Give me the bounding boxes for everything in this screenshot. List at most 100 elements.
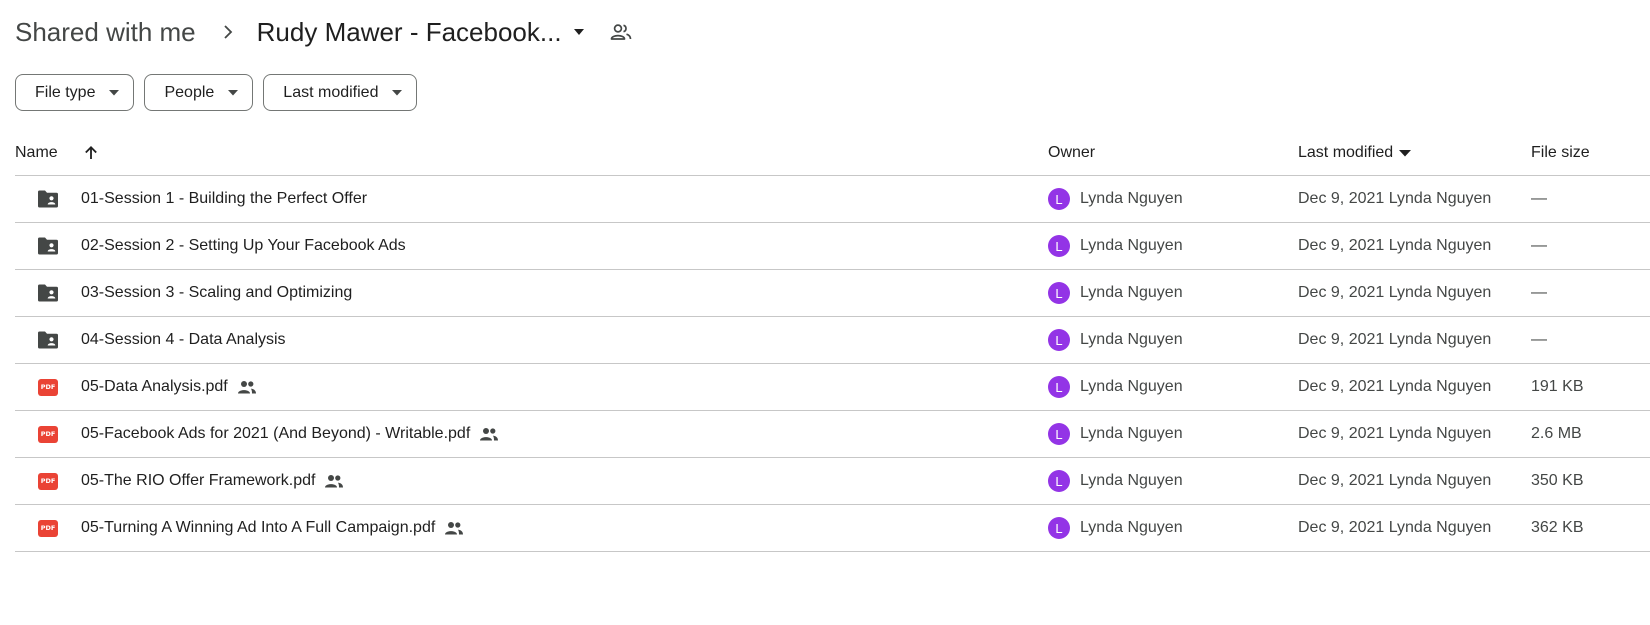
owner-cell: L Lynda Nguyen xyxy=(1048,411,1183,457)
current-folder-title: Rudy Mawer - Facebook... xyxy=(256,16,562,47)
file-size-cell: — xyxy=(1531,190,1547,207)
table-row[interactable]: PDF 05-Data Analysis.pdf L Lynda Nguyen Dec … xyxy=(15,364,1650,411)
file-name: 01-Session 1 - Building the Perfect Offe… xyxy=(81,190,368,207)
file-name-cell: 03-Session 3 - Scaling and Optimizing xyxy=(81,270,352,316)
shared-folder-icon xyxy=(36,270,60,316)
breadcrumb-current-folder[interactable]: Rudy Mawer - Facebook... xyxy=(257,17,586,48)
owner-cell: L Lynda Nguyen xyxy=(1048,270,1183,316)
last-modified-cell: Dec 9, 2021 Lynda Nguyen xyxy=(1298,331,1492,348)
avatar: L xyxy=(1048,423,1070,445)
owner-name: Lynda Nguyen xyxy=(1080,378,1183,395)
file-size-cell: 362 KB xyxy=(1531,519,1584,536)
avatar: L xyxy=(1048,235,1070,257)
owner-name: Lynda Nguyen xyxy=(1080,472,1183,489)
pdf-badge: PDF xyxy=(38,425,58,443)
pdf-badge: PDF xyxy=(38,519,58,537)
table-header: Name Owner Last modified File size xyxy=(15,131,1650,176)
avatar: L xyxy=(1048,376,1070,398)
people-filter[interactable]: People xyxy=(144,74,254,111)
shared-people-icon[interactable] xyxy=(610,23,632,41)
last-modified-cell: Dec 9, 2021 Lynda Nguyen xyxy=(1298,237,1492,254)
owner-name: Lynda Nguyen xyxy=(1080,519,1183,536)
table-row[interactable]: 04-Session 4 - Data Analysis L Lynda Nguye… xyxy=(15,317,1650,364)
file-name-cell: 05-Data Analysis.pdf xyxy=(81,364,257,410)
owner-name: Lynda Nguyen xyxy=(1080,284,1183,301)
owner-cell: L Lynda Nguyen xyxy=(1048,317,1183,363)
column-header-last-modified[interactable]: Last modified xyxy=(1298,131,1412,175)
owner-name: Lynda Nguyen xyxy=(1080,425,1183,442)
file-name: 05-Turning A Winning Ad Into A Full Camp… xyxy=(81,519,436,536)
chevron-right-icon xyxy=(223,24,233,40)
file-name-cell: 04-Session 4 - Data Analysis xyxy=(81,317,286,363)
owner-name: Lynda Nguyen xyxy=(1080,237,1183,254)
last-modified-cell: Dec 9, 2021 Lynda Nguyen xyxy=(1298,425,1492,442)
file-size-cell: 191 KB xyxy=(1531,378,1584,395)
file-size-cell: — xyxy=(1531,284,1547,301)
caret-down-icon xyxy=(392,89,403,96)
shared-people-icon xyxy=(324,474,344,488)
last-modified-filter-label: Last modified xyxy=(283,83,379,101)
column-header-name[interactable]: Name xyxy=(15,131,58,175)
table-row[interactable]: 03-Session 3 - Scaling and Optimizing L Ly… xyxy=(15,270,1650,317)
shared-people-icon xyxy=(237,380,257,394)
file-name-cell: 05-The RIO Offer Framework.pdf xyxy=(81,458,344,504)
file-name: 04-Session 4 - Data Analysis xyxy=(81,331,286,348)
file-list: Name Owner Last modified File size 01-Se… xyxy=(15,131,1650,552)
file-name-cell: 05-Turning A Winning Ad Into A Full Camp… xyxy=(81,505,464,551)
file-name: 05-The RIO Offer Framework.pdf xyxy=(81,472,316,489)
shared-people-icon xyxy=(479,427,499,441)
file-name: 05-Data Analysis.pdf xyxy=(81,378,228,395)
owner-cell: L Lynda Nguyen xyxy=(1048,364,1183,410)
last-modified-cell: Dec 9, 2021 Lynda Nguyen xyxy=(1298,472,1492,489)
owner-cell: L Lynda Nguyen xyxy=(1048,505,1183,551)
sort-arrow-up-icon[interactable] xyxy=(83,131,99,175)
last-modified-cell: Dec 9, 2021 Lynda Nguyen xyxy=(1298,378,1492,395)
filter-bar: File type People Last modified xyxy=(15,74,418,111)
table-row[interactable]: PDF 05-The RIO Offer Framework.pdf L Lynda … xyxy=(15,458,1650,505)
last-modified-cell: Dec 9, 2021 Lynda Nguyen xyxy=(1298,284,1492,301)
pdf-icon: PDF xyxy=(36,458,60,504)
file-type-filter-label: File type xyxy=(35,83,96,101)
owner-cell: L Lynda Nguyen xyxy=(1048,176,1183,222)
owner-cell: L Lynda Nguyen xyxy=(1048,458,1183,504)
caret-down-icon xyxy=(1399,149,1412,157)
file-name: 02-Session 2 - Setting Up Your Facebook … xyxy=(81,237,406,254)
table-row[interactable]: PDF 05-Facebook Ads for 2021 (And Beyond)… xyxy=(15,411,1650,458)
avatar: L xyxy=(1048,188,1070,210)
breadcrumb-shared-with-me[interactable]: Shared with me xyxy=(15,17,196,48)
caret-down-icon[interactable] xyxy=(572,25,586,39)
pdf-badge: PDF xyxy=(38,472,58,490)
pdf-badge: PDF xyxy=(38,378,58,396)
file-name: 05-Facebook Ads for 2021 (And Beyond) - … xyxy=(81,425,471,442)
table-row[interactable]: PDF 05-Turning A Winning Ad Into A Full C… xyxy=(15,505,1650,552)
file-name-cell: 01-Session 1 - Building the Perfect Offe… xyxy=(81,176,367,222)
table-row[interactable]: 02-Session 2 - Setting Up Your Facebook … xyxy=(15,223,1650,270)
file-size-cell: 350 KB xyxy=(1531,472,1584,489)
file-size-cell: — xyxy=(1531,331,1547,348)
people-filter-label: People xyxy=(164,83,215,101)
table-row[interactable]: 01-Session 1 - Building the Perfect Offe… xyxy=(15,176,1650,223)
file-size-cell: — xyxy=(1531,237,1547,254)
avatar: L xyxy=(1048,517,1070,539)
file-name: 03-Session 3 - Scaling and Optimizing xyxy=(81,284,353,301)
last-modified-filter[interactable]: Last modified xyxy=(263,74,418,111)
file-name-cell: 05-Facebook Ads for 2021 (And Beyond) - … xyxy=(81,411,499,457)
caret-down-icon xyxy=(109,89,120,96)
avatar: L xyxy=(1048,329,1070,351)
avatar: L xyxy=(1048,470,1070,492)
column-header-last-modified-label: Last modified xyxy=(1298,144,1394,161)
file-name-cell: 02-Session 2 - Setting Up Your Facebook … xyxy=(81,223,406,269)
pdf-icon: PDF xyxy=(36,505,60,551)
shared-folder-icon xyxy=(36,223,60,269)
pdf-icon: PDF xyxy=(36,364,60,410)
caret-down-icon xyxy=(228,89,239,96)
column-header-file-size: File size xyxy=(1531,144,1590,161)
pdf-icon: PDF xyxy=(36,411,60,457)
owner-cell: L Lynda Nguyen xyxy=(1048,223,1183,269)
file-type-filter[interactable]: File type xyxy=(15,74,135,111)
last-modified-cell: Dec 9, 2021 Lynda Nguyen xyxy=(1298,190,1492,207)
breadcrumb: Shared with me Rudy Mawer - Facebook... xyxy=(15,12,632,52)
owner-name: Lynda Nguyen xyxy=(1080,331,1183,348)
shared-folder-icon xyxy=(36,317,60,363)
file-size-cell: 2.6 MB xyxy=(1531,425,1582,442)
